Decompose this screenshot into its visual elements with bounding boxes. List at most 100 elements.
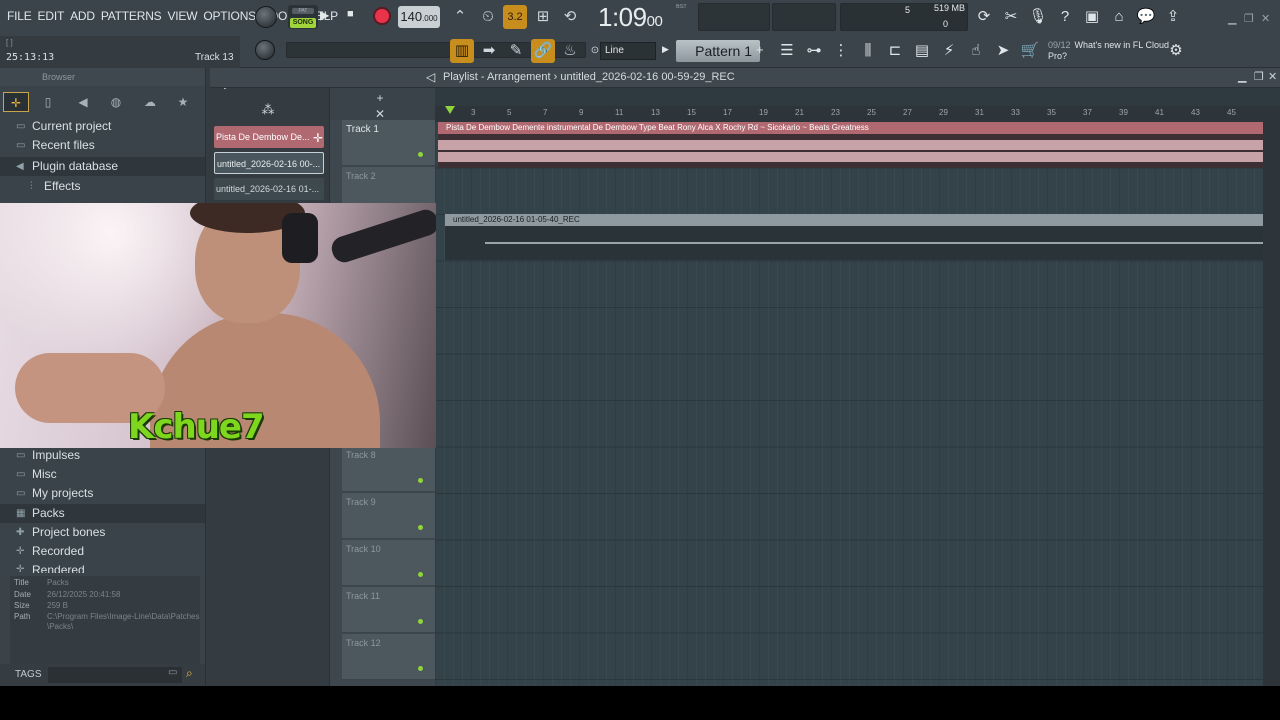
- plugin-manager-icon[interactable]: ⌂: [1107, 5, 1131, 29]
- playlist-close-icon[interactable]: ✕: [1268, 70, 1277, 83]
- track-header-12[interactable]: Track 12: [342, 634, 436, 680]
- track-active-led[interactable]: [418, 478, 423, 483]
- menu-options[interactable]: OPTIONS: [200, 9, 259, 23]
- piano-roll-view-icon[interactable]: ⊶: [802, 39, 826, 63]
- playhead-marker[interactable]: [445, 106, 455, 120]
- browser-item-packs[interactable]: ▦ Packs: [0, 504, 205, 523]
- play-icon[interactable]: ▶: [320, 8, 329, 22]
- help-icon[interactable]: ?: [1053, 5, 1077, 29]
- track-active-led[interactable]: [418, 619, 423, 624]
- track-header-10[interactable]: Track 10: [342, 540, 436, 586]
- snap-select[interactable]: Line: [600, 42, 656, 60]
- channel-settings-icon[interactable]: ⊏: [883, 39, 907, 63]
- menu-file[interactable]: FILE: [4, 9, 35, 23]
- tags-folder-icon[interactable]: ▭: [168, 667, 177, 678]
- tags-input[interactable]: [48, 667, 182, 683]
- pattern-selector[interactable]: Pattern 1: [676, 40, 760, 62]
- playlist-minimize-icon[interactable]: ▁: [1238, 70, 1246, 83]
- minimize-icon[interactable]: ▁: [1228, 12, 1236, 25]
- picker-audio-icon[interactable]: ⁂: [256, 98, 280, 122]
- audio-clip-beat[interactable]: Pista De Dembow Demente instrumental De …: [438, 122, 1263, 168]
- mixer-icon[interactable]: ⫼: [856, 39, 880, 63]
- master-volume-knob[interactable]: [255, 6, 277, 28]
- track-active-led[interactable]: [418, 525, 423, 530]
- playlist-maximize-icon[interactable]: ❐: [1254, 70, 1264, 83]
- pattern-prev-icon[interactable]: ▶: [662, 44, 669, 55]
- browser-item-recorded[interactable]: ✛ Recorded: [0, 542, 205, 561]
- timeline-ruler[interactable]: 3 5 7 9 11 13 15 17 19 21 23 25 27 29 31…: [435, 106, 1263, 122]
- restore-icon[interactable]: ❐: [1244, 12, 1254, 25]
- browser-info-box: Title Packs Date 26/12/2025 20:41:58 Size 2…: [10, 576, 200, 664]
- browser-item-effects[interactable]: ⫶ Effects: [0, 177, 205, 196]
- picker-clip-3[interactable]: untitled_2026-02-16 01-...: [214, 178, 324, 200]
- pat-song-toggle[interactable]: PAT SONG: [288, 5, 318, 29]
- pencil-icon[interactable]: ✎: [504, 39, 528, 63]
- shop-icon[interactable]: 🛒: [1018, 39, 1042, 63]
- ruler-mark: 35: [1047, 108, 1056, 117]
- send-icon[interactable]: ➤: [991, 39, 1015, 63]
- plugin-picker-icon[interactable]: ⚡: [937, 39, 961, 63]
- wait-input-icon[interactable]: ⏲: [476, 5, 500, 29]
- menu-view[interactable]: VIEW: [164, 9, 200, 23]
- arrow-icon[interactable]: ➡: [477, 39, 501, 63]
- record-button[interactable]: [373, 7, 391, 25]
- link-icon[interactable]: 🔗: [531, 39, 555, 63]
- menu-add[interactable]: ADD: [67, 9, 98, 23]
- browser-item-project-bones[interactable]: ✚ Project bones: [0, 523, 205, 542]
- piano-roll-icon[interactable]: ▥: [450, 39, 474, 63]
- browser-item-impulses[interactable]: ▭ Impulses: [0, 446, 205, 465]
- master-pitch-knob[interactable]: [255, 40, 275, 60]
- audio-clip-recording[interactable]: untitled_2026-02-16 01-05-40_REC: [445, 214, 1263, 260]
- browser-star-tab-icon[interactable]: ★: [170, 92, 196, 112]
- browser-cloud-tab-icon[interactable]: ☁: [137, 92, 163, 112]
- mic-icon[interactable]: 🎙: [1026, 5, 1050, 29]
- blend-notes-icon[interactable]: ⊞: [531, 5, 555, 29]
- playlist-icon[interactable]: ☰: [775, 39, 799, 63]
- close-icon[interactable]: ✕: [1261, 12, 1270, 25]
- browser-all-tab-icon[interactable]: ✛: [3, 92, 29, 112]
- tags-search-icon[interactable]: ⌕: [186, 666, 193, 681]
- account-icon[interactable]: ⚙: [1164, 39, 1188, 63]
- menu-patterns[interactable]: PATTERNS: [98, 9, 165, 23]
- touch-controller-icon[interactable]: ☝: [964, 39, 988, 63]
- browser-item-current-project[interactable]: ▭ Current project: [0, 117, 205, 136]
- picker-clip-add-icon[interactable]: ✛: [306, 126, 330, 150]
- add-pattern-button[interactable]: +: [756, 42, 768, 60]
- picker-clip-2[interactable]: untitled_2026-02-16 00-...: [214, 152, 324, 174]
- channel-rack-icon[interactable]: ⋮: [829, 39, 853, 63]
- playlist-breadcrumb[interactable]: untitled_2026-02-16 00-59-29_REC: [560, 71, 734, 83]
- loop-record-icon[interactable]: ⟲: [558, 5, 582, 29]
- browser-world-tab-icon[interactable]: ◍: [103, 92, 129, 112]
- menu-edit[interactable]: EDIT: [35, 9, 68, 23]
- browser-item-rendered[interactable]: ✛ Rendered: [0, 561, 205, 573]
- track-header-1[interactable]: Track 1: [342, 120, 436, 166]
- browser-item-recent-files[interactable]: ▭ Recent files: [0, 136, 205, 155]
- browser-item-my-projects[interactable]: ▭ My projects: [0, 484, 205, 503]
- browser-toggle-icon[interactable]: ▤: [910, 39, 934, 63]
- undo-icon[interactable]: ⟳: [972, 5, 996, 29]
- bones-icon: ✚: [16, 527, 25, 538]
- stop-icon[interactable]: ■: [347, 8, 354, 20]
- export-icon[interactable]: ⇪: [1161, 5, 1185, 29]
- track-header-8[interactable]: Track 8: [342, 446, 436, 492]
- chat-icon[interactable]: 💬: [1134, 5, 1158, 29]
- track-active-led[interactable]: [418, 666, 423, 671]
- track-header-11[interactable]: Track 11: [342, 587, 436, 633]
- save-icon[interactable]: ▣: [1080, 5, 1104, 29]
- browser-files-tab-icon[interactable]: ▯: [35, 92, 61, 112]
- playlist-vertical-scrollbar[interactable]: [1263, 106, 1280, 686]
- cut-icon[interactable]: ✂: [999, 5, 1023, 29]
- countdown-icon[interactable]: 3.2: [503, 5, 527, 29]
- browser-item-plugin-database[interactable]: ◀ Plugin database: [0, 157, 205, 176]
- playlist-speaker-icon[interactable]: ◁: [426, 70, 435, 84]
- browser-item-misc[interactable]: ▭ Misc: [0, 465, 205, 484]
- memory-value: 519 MB: [934, 3, 966, 13]
- track-active-led[interactable]: [418, 152, 423, 157]
- browser-audio-tab-icon[interactable]: ◀: [70, 92, 96, 112]
- stamp-icon[interactable]: ♨: [558, 39, 582, 63]
- metronome-icon[interactable]: ⌃: [448, 5, 472, 29]
- tempo-display[interactable]: 140.000: [398, 6, 440, 28]
- ruler-mark: 9: [579, 108, 584, 117]
- track-header-9[interactable]: Track 9: [342, 493, 436, 539]
- track-active-led[interactable]: [418, 572, 423, 577]
